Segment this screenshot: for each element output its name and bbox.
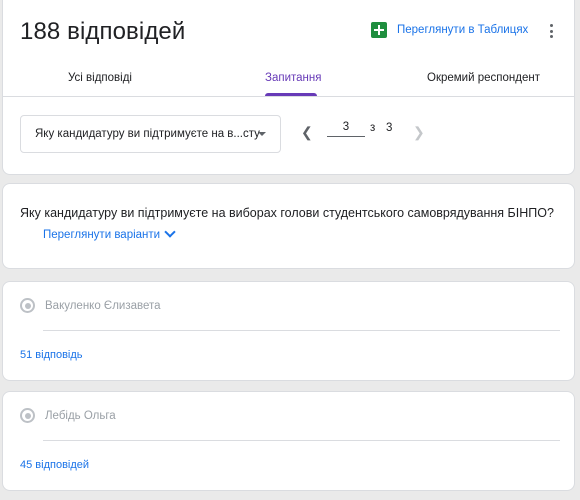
answer-count-link[interactable]: 51 відповідь xyxy=(20,349,83,361)
active-tab-indicator xyxy=(265,93,317,96)
view-options-button[interactable]: Переглянути варіанти xyxy=(43,229,160,241)
pager-total: 3 xyxy=(386,122,393,134)
question-card: Яку кандидатуру ви підтримуєте на вибора… xyxy=(2,183,575,269)
more-vert-icon[interactable] xyxy=(543,21,559,41)
question-select-value: Яку кандидатуру ви підтримуєте на в...ст… xyxy=(35,128,260,140)
question-select[interactable]: Яку кандидатуру ви підтримуєте на в...ст… xyxy=(20,115,281,153)
question-title: Яку кандидатуру ви підтримуєте на вибора… xyxy=(20,206,554,220)
view-in-sheets-link[interactable]: Переглянути в Таблицях xyxy=(397,24,528,36)
dropdown-arrow-icon xyxy=(258,132,266,136)
tab-summary[interactable]: Усі відповіді xyxy=(68,72,132,84)
chevron-down-icon[interactable] xyxy=(164,226,176,238)
radio-icon xyxy=(20,408,35,423)
divider xyxy=(43,330,560,331)
responses-count-title: 188 відповідей xyxy=(20,18,186,45)
page-number-input[interactable] xyxy=(327,117,365,137)
answer-option-label: Вакуленко Єлизавета xyxy=(45,300,161,312)
tab-individual[interactable]: Окремий респондент xyxy=(427,72,540,84)
divider xyxy=(43,440,560,441)
tab-questions[interactable]: Запитання xyxy=(265,72,321,84)
chevron-left-icon[interactable]: ❮ xyxy=(301,124,313,141)
sheets-icon[interactable] xyxy=(371,22,387,38)
pager-of-label: з xyxy=(370,122,376,134)
chevron-right-icon[interactable]: ❯ xyxy=(413,124,425,141)
answer-option-label: Лебідь Ольга xyxy=(45,410,116,422)
answer-count-link[interactable]: 45 відповідей xyxy=(20,459,89,471)
answer-card: Лебідь Ольга 45 відповідей xyxy=(2,391,575,491)
radio-icon xyxy=(20,298,35,313)
answer-card: Вакуленко Єлизавета 51 відповідь xyxy=(2,281,575,381)
responses-tabs: Усі відповіді Запитання Окремий респонде… xyxy=(3,57,574,97)
responses-header-card: 188 відповідей Переглянути в Таблицях Ус… xyxy=(2,0,575,175)
